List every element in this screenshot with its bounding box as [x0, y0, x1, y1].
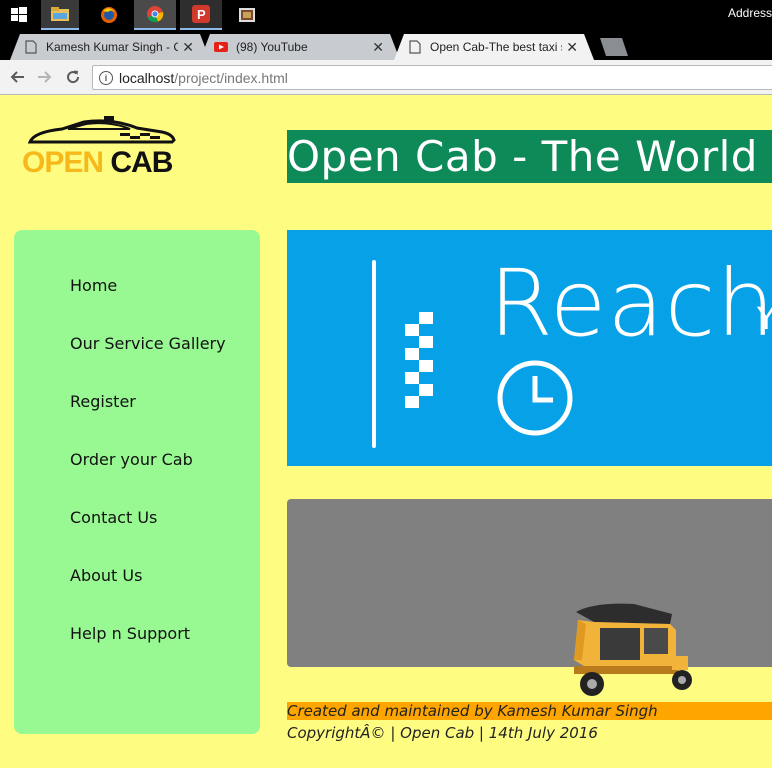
file-explorer-icon[interactable] [41, 0, 79, 30]
tab-title: Open Cab-The best taxi s [430, 40, 562, 54]
hero-heading-partial: Y [757, 302, 772, 337]
logo-open-text: OPEN [22, 146, 104, 179]
sidebar-item-home[interactable]: Home [70, 276, 117, 295]
sidebar-item-register[interactable]: Register [70, 392, 136, 411]
close-icon[interactable]: ✕ [372, 39, 384, 56]
tab-kamesh[interactable]: Kamesh Kumar Singh - C ✕ [10, 34, 210, 60]
logo-wordmark: OPEN CAB [22, 146, 173, 180]
app-icon[interactable] [228, 0, 266, 30]
tab-title: Kamesh Kumar Singh - C [46, 40, 178, 54]
close-icon[interactable]: ✕ [566, 39, 578, 56]
windows-taskbar: P Address [0, 0, 772, 30]
proxy-app-icon[interactable]: P [180, 0, 222, 30]
tab-title: (98) YouTube [236, 40, 308, 54]
hero-heading: Reach [489, 250, 772, 357]
svg-text:P: P [197, 7, 206, 22]
auto-rickshaw-icon [574, 603, 692, 696]
address-bar[interactable]: i localhost/project/index.html [92, 65, 772, 90]
hero-banner: Reach Y [287, 230, 772, 466]
chrome-icon[interactable] [134, 0, 176, 30]
back-arrow-icon[interactable] [6, 66, 28, 88]
browser-toolbar: i localhost/project/index.html [0, 60, 772, 95]
tab-open-cab[interactable]: Open Cab-The best taxi s ✕ [394, 34, 594, 60]
logo-cab-text: CAB [110, 146, 173, 179]
sidebar-item-contact[interactable]: Contact Us [70, 508, 157, 527]
info-icon[interactable]: i [99, 70, 113, 85]
document-icon [24, 40, 38, 54]
sidebar-nav: Home Our Service Gallery Register Order … [14, 230, 260, 734]
sidebar-item-order-cab[interactable]: Order your Cab [70, 450, 193, 469]
url-host: localhost [119, 69, 175, 86]
start-icon[interactable] [0, 0, 38, 30]
clock-icon [497, 360, 573, 436]
sidebar-item-help[interactable]: Help n Support [70, 624, 190, 643]
close-icon[interactable]: ✕ [182, 39, 194, 56]
reload-icon[interactable] [62, 66, 84, 88]
address-toolbar-label: Address [727, 6, 772, 20]
sidebar-item-about[interactable]: About Us [70, 566, 142, 585]
sidebar-item-service-gallery[interactable]: Our Service Gallery [70, 334, 226, 353]
firefox-icon[interactable] [90, 0, 128, 30]
youtube-icon [214, 40, 228, 54]
checkered-flag-icon [405, 312, 433, 408]
footer-copyright: CopyrightÂ© | Open Cab | 14th July 2016 [287, 724, 598, 742]
forward-arrow-icon[interactable] [34, 66, 56, 88]
tab-youtube[interactable]: (98) YouTube ✕ [200, 34, 400, 60]
url-path: /project/index.html [174, 69, 288, 86]
hero-divider [372, 260, 376, 448]
open-cab-logo[interactable]: OPEN CAB [22, 116, 177, 180]
page-title: Open Cab - The World [287, 130, 772, 183]
document-icon [408, 40, 422, 54]
new-tab-button[interactable] [600, 38, 628, 56]
browser-tab-strip: Kamesh Kumar Singh - C ✕ (98) YouTube ✕ … [0, 30, 772, 60]
footer-credits: Created and maintained by Kamesh Kumar S… [287, 702, 772, 720]
web-page: OPEN CAB Open Cab - The World Home Our S… [0, 96, 772, 768]
